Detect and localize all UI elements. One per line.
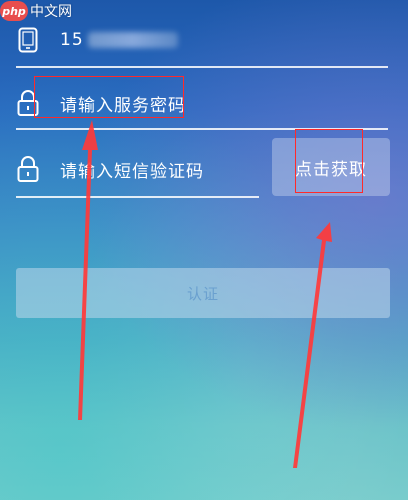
watermark-logo: php	[0, 1, 28, 21]
background	[0, 0, 408, 500]
sms-divider	[16, 196, 259, 198]
watermark-text: 中文网	[30, 4, 72, 20]
lock-icon	[16, 89, 40, 117]
submit-button[interactable]: 认证	[16, 268, 390, 318]
get-code-button[interactable]: 点击获取	[272, 138, 390, 196]
phone-number-masked	[87, 32, 178, 48]
annotation-arrows	[78, 120, 332, 468]
password-divider	[16, 128, 388, 130]
lock-icon	[16, 155, 40, 183]
sms-code-placeholder: 请输入短信验证码	[60, 161, 204, 182]
phone-number-prefix: 15	[60, 30, 84, 50]
service-password-placeholder: 请输入服务密码	[60, 95, 186, 116]
phone-divider	[16, 66, 388, 68]
service-password-field[interactable]: 请输入服务密码	[16, 86, 388, 120]
phone-number-field[interactable]: 15	[16, 22, 388, 58]
watermark: php 中文网	[0, 0, 72, 22]
sms-code-field[interactable]: 请输入短信验证码	[16, 152, 268, 186]
arrow-right	[293, 222, 332, 468]
phone-icon	[16, 26, 40, 54]
